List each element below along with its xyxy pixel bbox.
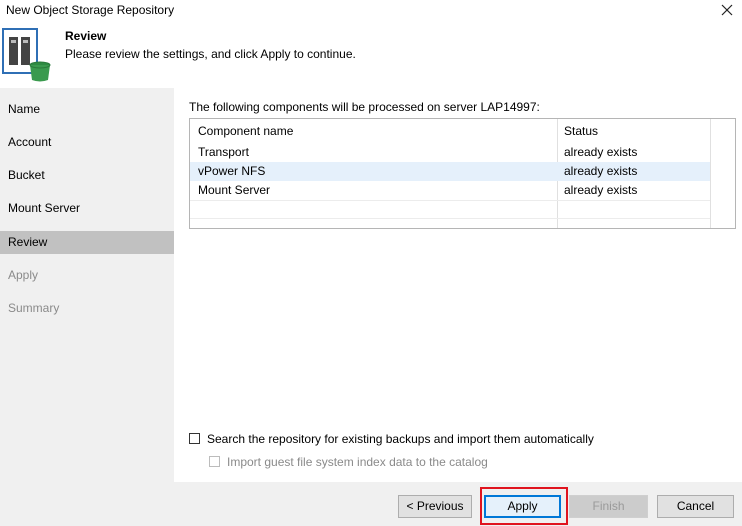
table-row[interactable]: Mount Server already exists (190, 181, 710, 200)
search-existing-backups-label[interactable]: Search the repository for existing backu… (207, 432, 594, 446)
column-header-component-name[interactable]: Component name (198, 119, 293, 143)
object-storage-repository-icon (2, 28, 52, 82)
page-title: Review (65, 29, 107, 43)
sidebar-item-apply: Apply (8, 268, 39, 282)
sidebar-item-review[interactable]: Review (0, 231, 174, 254)
sidebar-item-summary: Summary (8, 301, 60, 315)
sidebar-item-bucket[interactable]: Bucket (0, 164, 174, 187)
page-subtitle: Please review the settings, and click Ap… (65, 47, 356, 61)
previous-button[interactable]: < Previous (398, 495, 472, 518)
cell-status: already exists (564, 164, 638, 178)
table-row[interactable]: vPower NFS already exists (190, 162, 710, 181)
components-table[interactable]: Component name Status Transport already … (189, 118, 736, 229)
sidebar-item-account[interactable]: Account (0, 131, 174, 154)
sidebar-item-name[interactable]: Name (0, 98, 174, 121)
table-row[interactable]: Transport already exists (190, 143, 710, 162)
wizard-steps-sidebar: Name Account Bucket Mount Server Review … (0, 88, 174, 482)
components-intro-text: The following components will be process… (189, 100, 540, 114)
window-title: New Object Storage Repository (6, 3, 175, 17)
cell-component: vPower NFS (198, 164, 266, 178)
column-divider (710, 119, 711, 228)
row-separator (190, 200, 710, 201)
cell-status: already exists (564, 145, 638, 159)
search-existing-backups-checkbox[interactable] (189, 433, 200, 444)
cell-component: Transport (198, 145, 249, 159)
cell-component: Mount Server (198, 183, 271, 197)
title-bar: New Object Storage Repository (0, 0, 742, 22)
highlight-annotation (480, 487, 568, 525)
column-header-status[interactable]: Status (564, 119, 598, 143)
close-icon (721, 4, 733, 16)
cancel-button[interactable]: Cancel (657, 495, 734, 518)
row-separator (190, 218, 710, 219)
import-index-label: Import guest file system index data to t… (227, 455, 488, 469)
cell-status: already exists (564, 183, 638, 197)
sidebar-item-mount-server[interactable]: Mount Server (0, 197, 174, 220)
import-index-checkbox (209, 456, 220, 467)
close-button[interactable] (718, 1, 736, 19)
finish-button: Finish (569, 495, 648, 518)
